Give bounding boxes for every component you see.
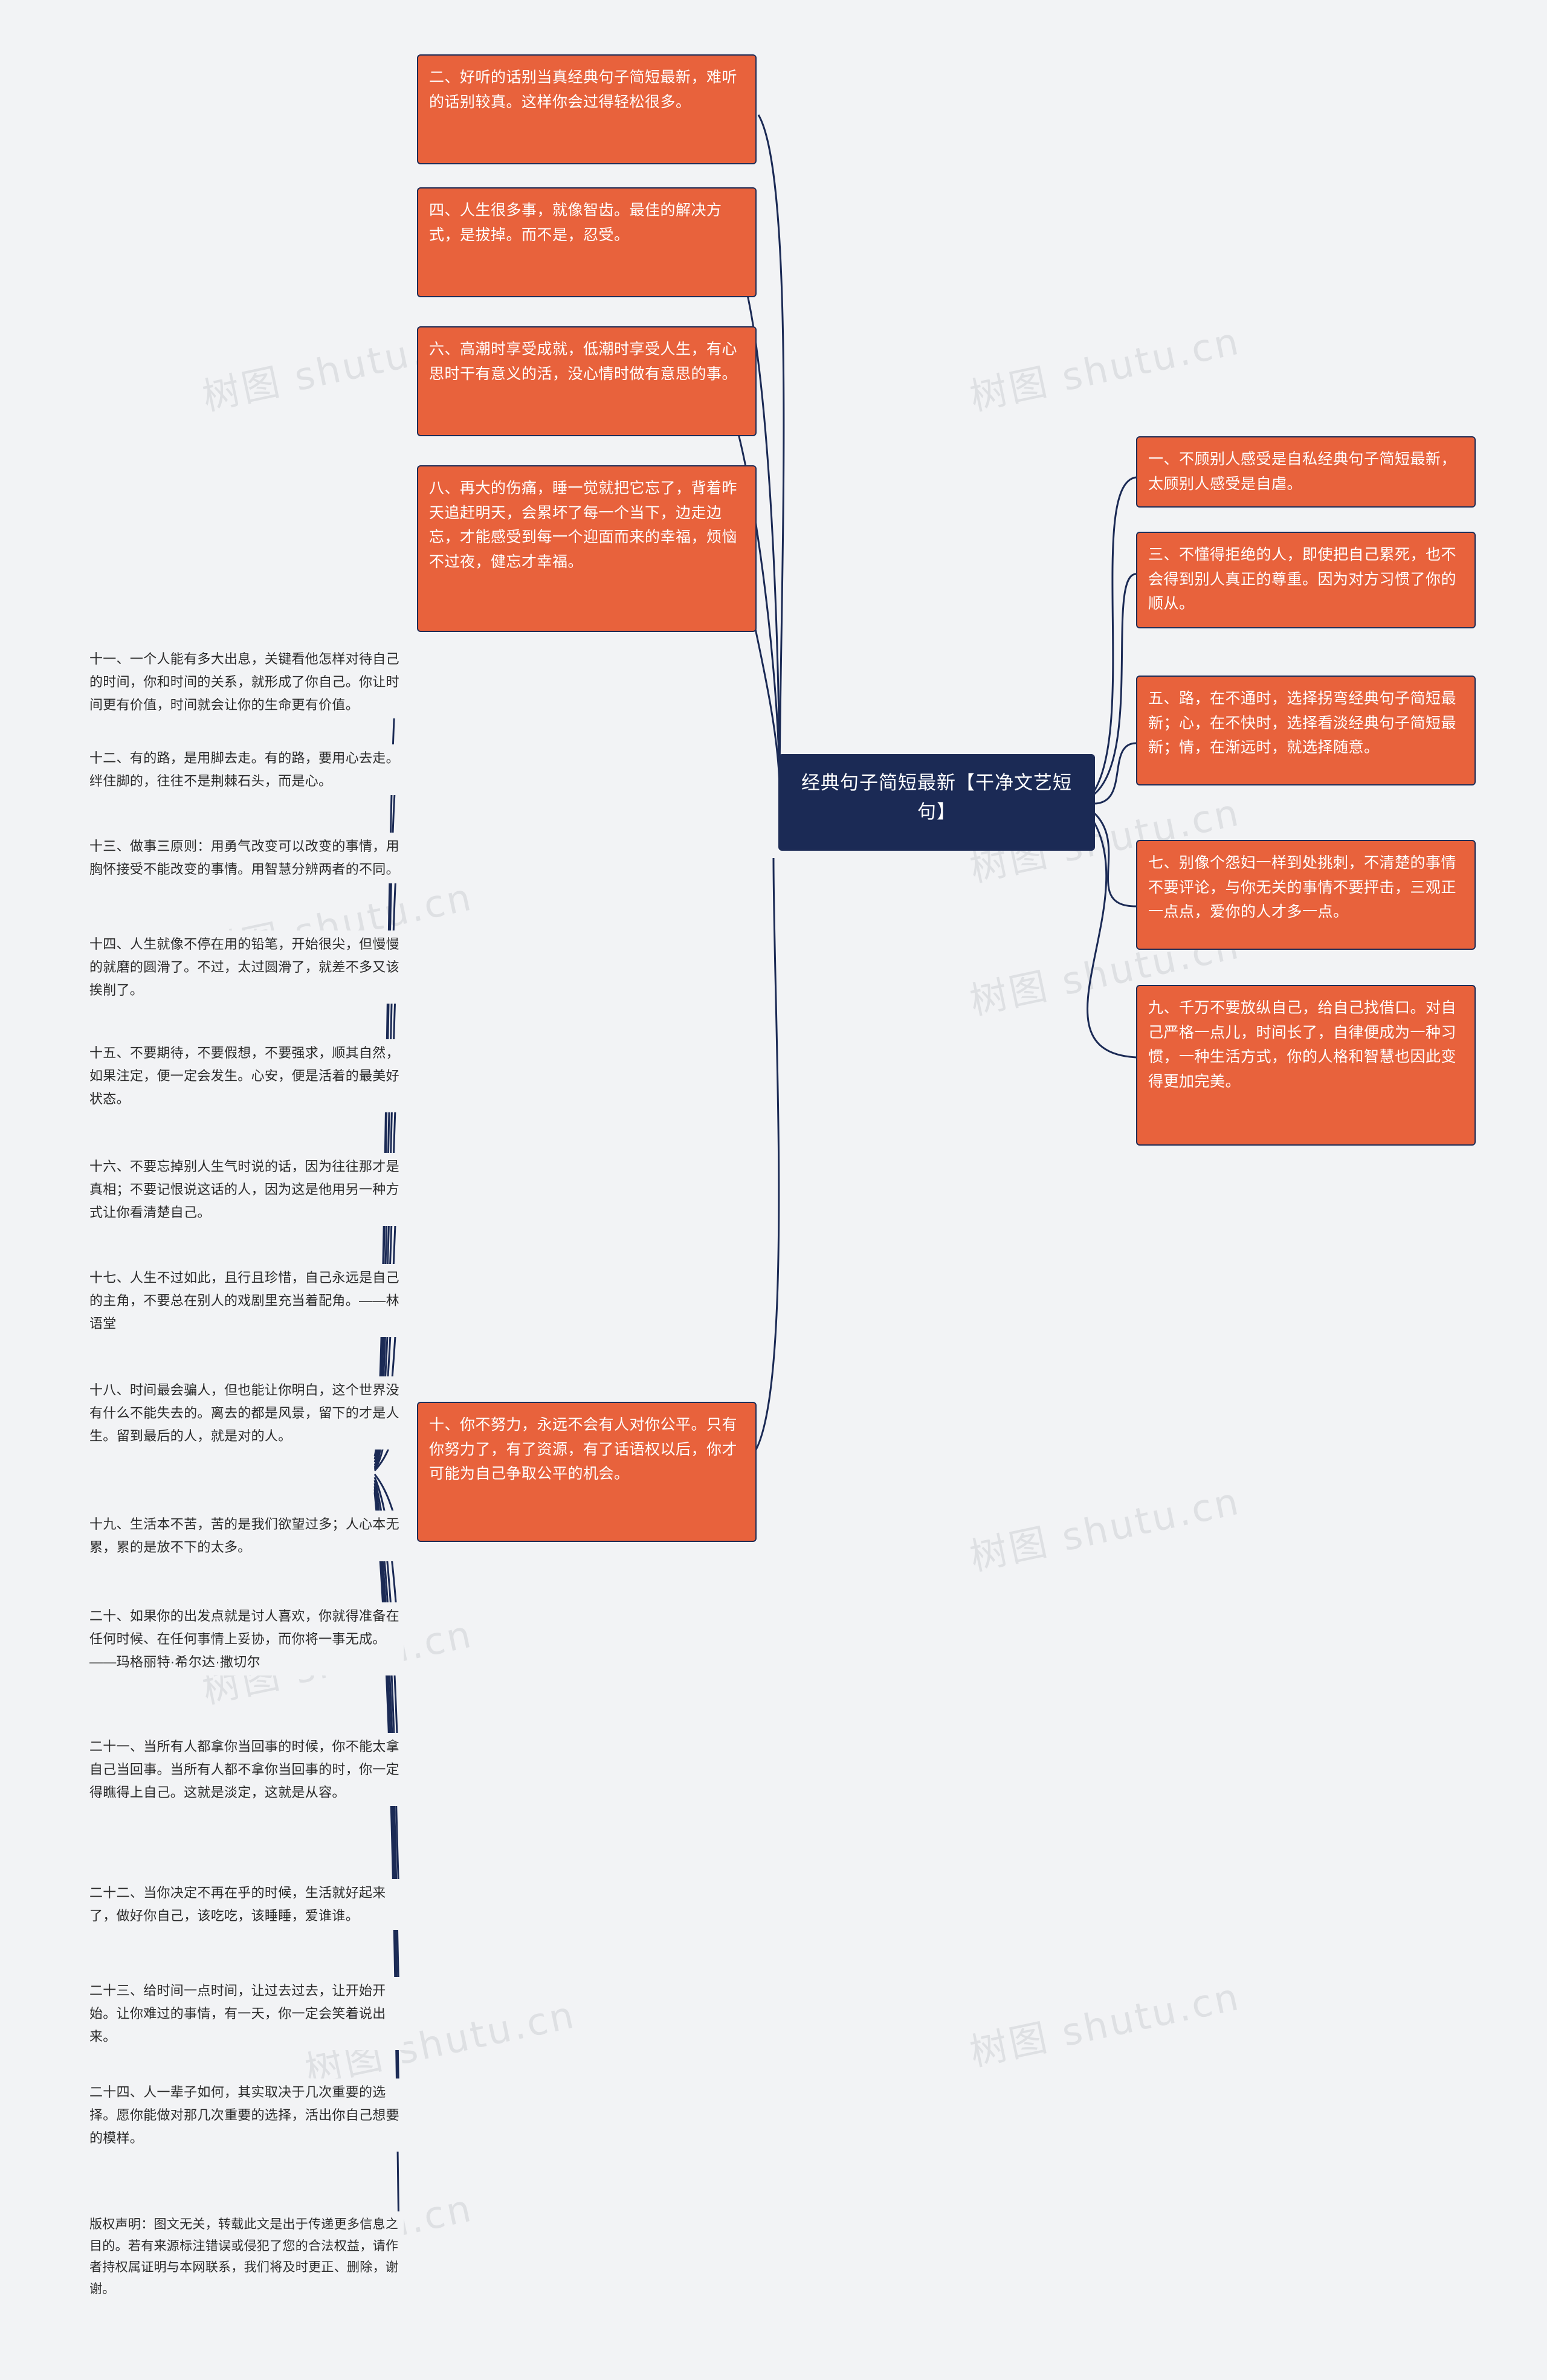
- topic-node-7[interactable]: 七、别像个怨妇一样到处挑刺，不清楚的事情不要评论，与你无关的事情不要抨击，三观正…: [1136, 840, 1476, 950]
- list-item-text: 二十三、给时间一点时间，让过去过去，让开始开始。让你难过的事情，有一天，你一定会…: [89, 1983, 386, 2044]
- watermark: 树图 shutu.cn: [966, 1974, 1245, 2075]
- topic-node-4-text: 四、人生很多事，就像智齿。最佳的解决方式，是拔掉。而不是，忍受。: [429, 202, 722, 243]
- list-item-text: 二十一、当所有人都拿你当回事的时候，你不能太拿自己当回事。当所有人都不拿你当回事…: [89, 1739, 399, 1800]
- topic-node-9-text: 九、千万不要放纵自己，给自己找借口。对自己严格一点儿，时间长了，自律便成为一种习…: [1148, 999, 1457, 1090]
- list-item-text: 十三、做事三原则：用勇气改变可以改变的事情，用胸怀接受不能改变的事情。用智慧分辨…: [89, 839, 399, 877]
- list-item[interactable]: 十九、生活本不苦，苦的是我们欲望过多；人心本无累，累的是放不下的太多。: [89, 1511, 404, 1561]
- copyright-text: 版权声明：图文无关，转载此文是出于传递更多信息之目的。若有来源标注错误或侵犯了您…: [89, 2217, 399, 2297]
- list-item-text: 十五、不要期待，不要假想，不要强求，顺其自然，如果注定，便一定会发生。心安，便是…: [89, 1045, 399, 1106]
- topic-node-4[interactable]: 四、人生很多事，就像智齿。最佳的解决方式，是拔掉。而不是，忍受。: [417, 187, 757, 297]
- topic-node-2[interactable]: 二、好听的话别当真经典句子简短最新，难听的话别较真。这样你会过得轻松很多。: [417, 54, 757, 164]
- topic-node-9[interactable]: 九、千万不要放纵自己，给自己找借口。对自己严格一点儿，时间长了，自律便成为一种习…: [1136, 985, 1476, 1146]
- topic-node-1-text: 一、不顾别人感受是自私经典句子简短最新，太顾别人感受是自虐。: [1148, 451, 1457, 492]
- list-item[interactable]: 二十三、给时间一点时间，让过去过去，让开始开始。让你难过的事情，有一天，你一定会…: [89, 1977, 404, 2051]
- list-item[interactable]: 十七、人生不过如此，且行且珍惜，自己永远是自己的主角，不要总在别人的戏剧里充当着…: [89, 1264, 404, 1338]
- list-item-text: 二十、如果你的出发点就是讨人喜欢，你就得准备在任何时候、在任何事情上妥协，而你将…: [89, 1608, 399, 1669]
- list-item[interactable]: 十三、做事三原则：用勇气改变可以改变的事情，用胸怀接受不能改变的事情。用智慧分辨…: [89, 833, 404, 883]
- topic-node-3[interactable]: 三、不懂得拒绝的人，即使把自己累死，也不会得到别人真正的尊重。因为对方习惯了你的…: [1136, 532, 1476, 628]
- watermark: 树图 shutu.cn: [966, 318, 1245, 419]
- topic-node-5-text: 五、路，在不通时，选择拐弯经典句子简短最新；心，在不快时，选择看淡经典句子简短最…: [1148, 690, 1457, 756]
- topic-node-5[interactable]: 五、路，在不通时，选择拐弯经典句子简短最新；心，在不快时，选择看淡经典句子简短最…: [1136, 676, 1476, 785]
- topic-node-8[interactable]: 八、再大的伤痛，睡一觉就把它忘了，背着昨天追赶明天，会累坏了每一个当下，边走边忘…: [417, 465, 757, 632]
- list-item-text: 十一、一个人能有多大出息，关键看他怎样对待自己的时间，你和时间的关系，就形成了你…: [89, 651, 399, 712]
- center-topic-text: 经典句子简短最新【干净文艺短句】: [801, 772, 1072, 823]
- topic-node-8-text: 八、再大的伤痛，睡一觉就把它忘了，背着昨天追赶明天，会累坏了每一个当下，边走边忘…: [429, 480, 738, 570]
- list-item[interactable]: 十二、有的路，是用脚去走。有的路，要用心去走。绊住脚的，往往不是荆棘石头，而是心…: [89, 744, 404, 795]
- list-item[interactable]: 十一、一个人能有多大出息，关键看他怎样对待自己的时间，你和时间的关系，就形成了你…: [89, 645, 404, 719]
- list-item[interactable]: 十八、时间最会骗人，但也能让你明白，这个世界没有什么不能失去的。离去的都是风景，…: [89, 1376, 404, 1450]
- topic-node-2-text: 二、好听的话别当真经典句子简短最新，难听的话别较真。这样你会过得轻松很多。: [429, 69, 738, 111]
- list-item[interactable]: 二十一、当所有人都拿你当回事的时候，你不能太拿自己当回事。当所有人都不拿你当回事…: [89, 1733, 404, 1807]
- list-item-text: 十四、人生就像不停在用的铅笔，开始很尖，但慢慢的就磨的圆滑了。不过，太过圆滑了，…: [89, 937, 399, 998]
- list-item-text: 二十四、人一辈子如何，其实取决于几次重要的选择。愿你能做对那几次重要的选择，活出…: [89, 2085, 399, 2146]
- list-item-text: 二十二、当你决定不再在乎的时候，生活就好起来了，做好你自己，该吃吃，该睡睡，爱谁…: [89, 1885, 386, 1923]
- copyright-notice: 版权声明：图文无关，转载此文是出于传递更多信息之目的。若有来源标注错误或侵犯了您…: [89, 2211, 404, 2303]
- topic-node-6-text: 六、高潮时享受成就，低潮时享受人生，有心思时干有意义的活，没心情时做有意思的事。: [429, 341, 738, 382]
- list-item-text: 十七、人生不过如此，且行且珍惜，自己永远是自己的主角，不要总在别人的戏剧里充当着…: [89, 1270, 399, 1331]
- list-item[interactable]: 十五、不要期待，不要假想，不要强求，顺其自然，如果注定，便一定会发生。心安，便是…: [89, 1039, 404, 1113]
- list-item-text: 十九、生活本不苦，苦的是我们欲望过多；人心本无累，累的是放不下的太多。: [89, 1517, 399, 1555]
- topic-node-10[interactable]: 十、你不努力，永远不会有人对你公平。只有你努力了，有了资源，有了话语权以后，你才…: [417, 1402, 757, 1542]
- topic-node-7-text: 七、别像个怨妇一样到处挑刺，不清楚的事情不要评论，与你无关的事情不要抨击，三观正…: [1148, 854, 1457, 920]
- list-item-text: 十二、有的路，是用脚去走。有的路，要用心去走。绊住脚的，往往不是荆棘石头，而是心…: [89, 750, 399, 788]
- center-topic[interactable]: 经典句子简短最新【干净文艺短句】: [778, 754, 1095, 851]
- list-item-text: 十六、不要忘掉别人生气时说的话，因为往往那才是真相；不要记恨说这话的人，因为这是…: [89, 1159, 399, 1220]
- topic-node-1[interactable]: 一、不顾别人感受是自私经典句子简短最新，太顾别人感受是自虐。: [1136, 436, 1476, 508]
- topic-node-6[interactable]: 六、高潮时享受成就，低潮时享受人生，有心思时干有意义的活，没心情时做有意思的事。: [417, 326, 757, 436]
- topic-node-3-text: 三、不懂得拒绝的人，即使把自己累死，也不会得到别人真正的尊重。因为对方习惯了你的…: [1148, 546, 1457, 612]
- list-item-text: 十八、时间最会骗人，但也能让你明白，这个世界没有什么不能失去的。离去的都是风景，…: [89, 1382, 399, 1443]
- list-item[interactable]: 二十二、当你决定不再在乎的时候，生活就好起来了，做好你自己，该吃吃，该睡睡，爱谁…: [89, 1879, 404, 1930]
- mindmap-canvas: 树图 shutu.cn 树图 shutu.cn 树图 shutu.cn 树图 s…: [0, 0, 1547, 2380]
- list-item[interactable]: 二十四、人一辈子如何，其实取决于几次重要的选择。愿你能做对那几次重要的选择，活出…: [89, 2078, 404, 2152]
- watermark: 树图 shutu.cn: [966, 1479, 1245, 1579]
- list-item[interactable]: 十四、人生就像不停在用的铅笔，开始很尖，但慢慢的就磨的圆滑了。不过，太过圆滑了，…: [89, 930, 404, 1004]
- list-item[interactable]: 二十、如果你的出发点就是讨人喜欢，你就得准备在任何时候、在任何事情上妥协，而你将…: [89, 1602, 404, 1676]
- list-item[interactable]: 十六、不要忘掉别人生气时说的话，因为往往那才是真相；不要记恨说这话的人，因为这是…: [89, 1153, 404, 1227]
- topic-node-10-text: 十、你不努力，永远不会有人对你公平。只有你努力了，有了资源，有了话语权以后，你才…: [429, 1416, 738, 1482]
